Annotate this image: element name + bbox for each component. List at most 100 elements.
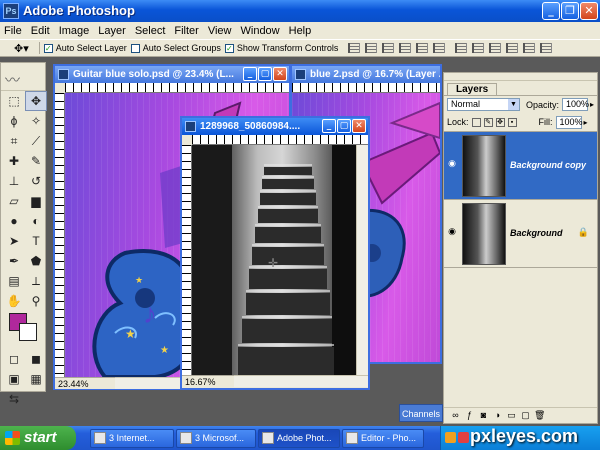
restore-button[interactable]: ❐ — [561, 2, 579, 20]
distribute-hcenter-icon[interactable] — [523, 43, 536, 53]
type-tool-icon[interactable]: T — [25, 231, 47, 251]
align-vcenter-icon[interactable] — [365, 43, 378, 53]
taskbar-item-internet[interactable]: 3 Internet... — [90, 429, 174, 448]
menu-file[interactable]: File — [4, 25, 22, 37]
taskbar-item-word[interactable]: 3 Microsof... — [176, 429, 256, 448]
menu-select[interactable]: Select — [135, 25, 166, 37]
fill-input[interactable]: 100% — [555, 115, 583, 129]
eye-icon[interactable]: ◉ — [446, 226, 458, 238]
doc-restore-button[interactable]: ▢ — [337, 119, 351, 133]
slice-tool-icon[interactable]: ⟋ — [25, 131, 47, 151]
quick-mask-icon[interactable]: ◼ — [25, 349, 47, 369]
lasso-tool-icon[interactable]: ϕ — [3, 111, 25, 131]
brush-tool-icon[interactable]: ✎ — [25, 151, 47, 171]
taskbar-item-photoshop[interactable]: Adobe Phot... — [258, 429, 340, 448]
link-layers-icon[interactable]: ∞ — [450, 410, 461, 421]
doc-minimize-button[interactable]: _ — [243, 67, 257, 81]
doc-title-stairs[interactable]: 1289968_50860984.... _ ▢ ✕ — [182, 118, 368, 135]
align-top-icon[interactable] — [348, 43, 361, 53]
doc-title-guitar[interactable]: Guitar blue solo.psd @ 23.4% (L... _ ▢ ✕ — [55, 66, 289, 83]
clone-stamp-tool-icon[interactable]: ⊥ — [3, 171, 25, 191]
crop-tool-icon[interactable]: ⌗ — [3, 131, 25, 151]
start-button[interactable]: start — [0, 426, 76, 450]
zoom-tool-icon[interactable]: ⚲ — [25, 291, 47, 311]
menu-edit[interactable]: Edit — [31, 25, 50, 37]
doc-restore-button[interactable]: ▢ — [258, 67, 272, 81]
menu-help[interactable]: Help — [289, 25, 312, 37]
palette-grip[interactable] — [444, 73, 597, 81]
marquee-tool-icon[interactable]: ⬚ — [3, 91, 25, 111]
menu-view[interactable]: View — [208, 25, 232, 37]
menu-window[interactable]: Window — [241, 25, 280, 37]
move-tool-icon[interactable]: ✥ — [25, 91, 47, 111]
fullscreen-mode-icon[interactable]: ▦ — [25, 369, 47, 389]
fill-slider-icon[interactable]: ▸ — [584, 118, 588, 127]
move-tool-preset-icon[interactable]: ✥▾ — [14, 42, 29, 55]
tab-layers[interactable]: Layers — [447, 83, 498, 95]
history-brush-tool-icon[interactable]: ↺ — [25, 171, 47, 191]
taskbar-item-editor[interactable]: Editor - Pho... — [342, 429, 424, 448]
zoom-status[interactable]: 23.44% — [55, 377, 115, 389]
hand-tool-icon[interactable]: ✋ — [3, 291, 25, 311]
tray-icon[interactable] — [445, 432, 456, 443]
horizontal-scrollbar[interactable] — [234, 375, 368, 387]
distribute-vcenter-icon[interactable] — [472, 43, 485, 53]
layer-row-background[interactable]: ◉ Background 🔒 — [444, 200, 597, 268]
align-bottom-icon[interactable] — [382, 43, 395, 53]
new-layer-icon[interactable]: ▢ — [520, 410, 531, 421]
zoom-status[interactable]: 16.67% — [182, 375, 234, 387]
healing-brush-tool-icon[interactable]: ✚ — [3, 151, 25, 171]
distribute-top-icon[interactable] — [455, 43, 468, 53]
path-select-tool-icon[interactable]: ➤ — [3, 231, 25, 251]
eyedropper-tool-icon[interactable]: ⟂ — [25, 271, 47, 291]
eye-icon[interactable]: ◉ — [446, 158, 458, 170]
eraser-tool-icon[interactable]: ▱ — [3, 191, 25, 211]
tray-icon[interactable] — [458, 432, 469, 443]
opacity-slider-icon[interactable]: ▸ — [590, 100, 594, 109]
minimize-button[interactable]: _ — [542, 2, 560, 20]
auto-select-layer-checkbox[interactable]: ✓ — [43, 43, 53, 53]
distribute-left-icon[interactable] — [506, 43, 519, 53]
menu-layer[interactable]: Layer — [98, 25, 126, 37]
dodge-tool-icon[interactable]: ◐ — [25, 211, 47, 231]
align-left-icon[interactable] — [399, 43, 412, 53]
menu-filter[interactable]: Filter — [174, 25, 198, 37]
align-hcenter-icon[interactable] — [416, 43, 429, 53]
show-transform-controls-checkbox[interactable]: ✓ — [224, 43, 234, 53]
trash-icon[interactable]: 🗑 — [534, 410, 545, 421]
new-group-icon[interactable]: ▭ — [506, 410, 517, 421]
imageready-icon[interactable]: ⇆ — [3, 389, 25, 409]
doc-close-button[interactable]: ✕ — [352, 119, 366, 133]
close-button[interactable]: ✕ — [580, 2, 598, 20]
doc-title-blue2[interactable]: blue 2.psd @ 16.7% (Layer ... — [292, 66, 440, 83]
blur-tool-icon[interactable]: ● — [3, 211, 25, 231]
distribute-bottom-icon[interactable] — [489, 43, 502, 53]
layer-style-icon[interactable]: ƒ — [464, 410, 475, 421]
shape-tool-icon[interactable]: ⬟ — [25, 251, 47, 271]
canvas-stairs[interactable]: ✛ — [192, 145, 356, 375]
distribute-right-icon[interactable] — [540, 43, 553, 53]
menu-image[interactable]: Image — [59, 25, 90, 37]
adjustment-layer-icon[interactable]: ◑ — [492, 410, 503, 421]
gradient-tool-icon[interactable]: ▆ — [25, 191, 47, 211]
notes-tool-icon[interactable]: ▤ — [3, 271, 25, 291]
tab-channels[interactable]: Channels — [399, 404, 443, 422]
lock-pixels-icon[interactable]: ✎ — [483, 117, 493, 127]
auto-select-groups-checkbox[interactable] — [130, 43, 140, 53]
magic-wand-tool-icon[interactable]: ✧ — [25, 111, 47, 131]
standard-mode-icon[interactable]: ◻ — [3, 349, 25, 369]
pen-tool-icon[interactable]: ✒ — [3, 251, 25, 271]
opacity-input[interactable]: 100% — [561, 98, 589, 111]
doc-close-button[interactable]: ✕ — [273, 67, 287, 81]
layer-row-background-copy[interactable]: ◉ Background copy — [444, 132, 597, 200]
lock-position-icon[interactable]: ✥ — [495, 117, 505, 127]
doc-minimize-button[interactable]: _ — [322, 119, 336, 133]
layer-mask-icon[interactable]: ◙ — [478, 410, 489, 421]
blend-mode-select[interactable]: Normal ▼ — [447, 98, 520, 111]
doc-window-stairs[interactable]: 1289968_50860984.... _ ▢ ✕ ✛ 16.67% — [180, 116, 370, 390]
background-color-swatch[interactable] — [19, 323, 37, 341]
lock-transparent-icon[interactable] — [471, 117, 481, 127]
align-right-icon[interactable] — [433, 43, 446, 53]
screen-mode-icon[interactable]: ▣ — [3, 369, 25, 389]
lock-all-icon[interactable]: ▪ — [507, 117, 517, 127]
